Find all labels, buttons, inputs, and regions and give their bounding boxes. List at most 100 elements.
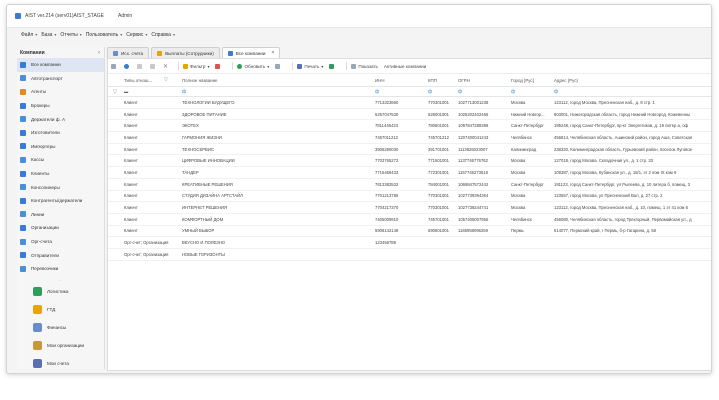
sidebar-section[interactable]: Логистика [17, 283, 104, 301]
column-header-address[interactable]: Адрес (Рус) [554, 74, 711, 86]
table-row[interactable]: Орг-счет; Организация ВКУСНО И ПОЛЕЗНО 123… [108, 237, 711, 249]
sidebar-item[interactable]: Отправители [17, 248, 104, 262]
chevron-down-icon: ▾ [35, 32, 38, 37]
cell-inn: 3906290030 [375, 146, 399, 152]
sidebar-item[interactable]: Клиенты [17, 167, 104, 181]
table-row[interactable]: Клиент ЦИФРОВЫЕ ИННОВАЦИИ 7703765272 771501… [108, 155, 711, 168]
table-row[interactable]: Клиент СТУДИЯ ДИЗАЙНА АРТСТАЙЛ 7701213786 7… [108, 191, 711, 203]
table-row[interactable]: Клиент ТЕХНОЛОГИИ БУДУЩЕГО 7713323660 77030… [108, 97, 711, 109]
show-button[interactable]: Показать [351, 63, 378, 69]
sidebar-title: Компании [20, 49, 45, 56]
menu-database[interactable]: База ▾ [41, 32, 56, 38]
table-row[interactable]: Клиент ТАНДЕР 7715458433 772301001 115774627… [108, 167, 711, 179]
paste-icon [150, 63, 155, 69]
sidebar-section-label: Логистика [47, 289, 69, 294]
filter-icon[interactable]: ▽ [164, 74, 172, 86]
info-button[interactable] [124, 63, 131, 69]
sidebar-section[interactable]: Мои счета [17, 355, 104, 373]
filter-cell-ogrn-icon[interactable]: ф [458, 87, 506, 96]
sidebar-item[interactable]: Импортеры [17, 140, 104, 154]
sidebar-section-label: ГТД [47, 307, 56, 312]
sidebar-item-label: Агенты [31, 89, 47, 95]
sidebar-item[interactable]: Автотранспорт [17, 72, 104, 86]
clear-filter-button[interactable] [215, 63, 222, 69]
tab-outgoing-invoices[interactable]: Исх. счета [107, 47, 150, 58]
toolbar-divider [232, 62, 234, 70]
sidebar-item[interactable]: Консолинеры [17, 180, 104, 194]
folder-icon [20, 265, 26, 272]
copy-button[interactable] [137, 63, 144, 69]
sidebar-item[interactable]: Перевозчики [17, 262, 104, 276]
sidebar-section[interactable]: ГТД [17, 301, 104, 319]
menu-user[interactable]: Пользователь ▾ [86, 32, 122, 38]
table-row[interactable]: Клиент ЭКОТЕХ 7811446423 780601001 109784728… [108, 120, 711, 133]
chevron-left-icon[interactable]: ‹ [98, 50, 100, 56]
sidebar-item[interactable]: Кассы [17, 153, 104, 167]
table-row[interactable]: Клиент УМНЫЙ ВЫБОР 5906142148 590601001 1165… [108, 226, 711, 238]
cell-inn: 7701213786 [375, 193, 399, 199]
sidebar-item[interactable]: Организации [17, 221, 104, 235]
section-icon [33, 359, 42, 368]
sidebar-item[interactable]: Контрагенты/держатели [17, 194, 104, 208]
edit-button[interactable] [275, 63, 282, 69]
sidebar-item[interactable]: Держатели ф. А [17, 112, 104, 126]
sidebar-item[interactable]: Изготовители [17, 126, 104, 140]
table-row[interactable]: Клиент ТЕХНОСЕРВИС 3906290030 391701001 1113… [108, 144, 711, 156]
table-row[interactable]: Клиент ИНТЕРНЕТ РЕШЕНИЯ 7704217370 77030100… [108, 202, 711, 214]
active-companies-select[interactable]: Активные компании [384, 64, 426, 69]
sidebar-section[interactable]: Финансы [17, 319, 104, 337]
filter-cell-full-name-icon[interactable]: ф [182, 87, 367, 96]
folder-icon [20, 75, 26, 82]
cell-ogrn: 1027739244741 [458, 205, 489, 211]
table-row[interactable]: Клиент КРЕАТИВНЫЕ РЕШЕНИЯ 7813383532 784001… [108, 179, 711, 191]
cell-relation-type: Клиент [124, 123, 138, 129]
delete-button[interactable]: ✕ [163, 63, 168, 70]
menu-reports[interactable]: Отчеты ▾ [60, 32, 81, 38]
tab-all-companies[interactable]: Все компании × [221, 47, 281, 58]
print-button[interactable]: Печать ▾ [297, 63, 323, 69]
sidebar-item[interactable]: Линии [17, 208, 104, 222]
column-header-full-name[interactable]: Полное название [182, 74, 367, 86]
filter-cell-kpp-icon[interactable]: ф [428, 87, 456, 96]
export-button[interactable] [329, 63, 336, 69]
sidebar-item[interactable]: Орг-счета [17, 235, 104, 249]
sidebar-item[interactable]: Все компании [17, 58, 104, 72]
column-header-city[interactable]: Город [Рус] [511, 74, 549, 86]
menu-help[interactable]: Справка ▾ [151, 32, 175, 38]
tab-payments-employees[interactable]: Выплаты (Сотрудники) [151, 47, 220, 58]
table-row[interactable]: Клиент ГАРМОНИЯ ЖИЗНИ 7457011212 745701212 1… [108, 132, 711, 144]
cell-full-name: ЭКОТЕХ [182, 123, 199, 129]
refresh-button[interactable]: Обновить ▾ [237, 63, 269, 69]
sidebar-separator[interactable]: ... [17, 276, 104, 283]
paste-button[interactable] [150, 63, 157, 69]
filter-cell-city-icon[interactable]: ф [511, 87, 549, 96]
cell-kpp: 780601001 [428, 123, 449, 129]
sidebar-item[interactable]: Брокеры [17, 99, 104, 113]
cell-inn: 7405009910 [375, 216, 399, 222]
filter-button[interactable]: Фильтр ▾ [183, 63, 209, 69]
filter-cell-inn-icon[interactable]: ф [375, 87, 423, 96]
menu-service[interactable]: Сервис ▾ [126, 32, 147, 38]
column-header-kpp[interactable]: КПП [428, 74, 456, 86]
cell-ogrn: 1057405007955 [458, 216, 489, 222]
sidebar-section[interactable]: Мои организации [17, 337, 104, 355]
cell-full-name: ТЕХНОСЕРВИС [182, 146, 214, 152]
refresh-small-button[interactable] [111, 63, 118, 69]
filter-cell-relation-types[interactable]: ▬ [124, 87, 176, 96]
table-row[interactable]: Клиент ЗДОРОВОЕ ПИТАНИЕ 5257047530 52600100… [108, 109, 711, 121]
table-row[interactable]: Клиент КОМФОРТНЫЙ ДОМ 7405009910 745701001 1… [108, 214, 711, 226]
menu-file[interactable]: Файл ▾ [21, 32, 37, 38]
cell-city: Москва [511, 158, 526, 164]
cell-full-name: СТУДИЯ ДИЗАЙНА АРТСТАЙЛ [182, 193, 243, 199]
sidebar-item[interactable]: Агенты [17, 85, 104, 99]
window-title: AIST ver.214 (serv01)AIST_STAGE [25, 13, 105, 19]
table-row[interactable]: Орг-счет; Организация НОВЫЕ ГОРИЗОНТЫ [108, 249, 711, 261]
filter-cell-address-icon[interactable]: ф [554, 87, 711, 96]
column-header-ogrn[interactable]: ОГРН [458, 74, 506, 86]
close-icon[interactable]: × [271, 50, 274, 56]
cell-kpp: 770301001 [428, 205, 449, 211]
filter-icon[interactable]: ▽ [113, 87, 122, 96]
column-header-inn[interactable]: ИНН [375, 74, 423, 86]
sidebar-item-label: Импортеры [31, 143, 56, 149]
refresh-icon [237, 63, 243, 69]
